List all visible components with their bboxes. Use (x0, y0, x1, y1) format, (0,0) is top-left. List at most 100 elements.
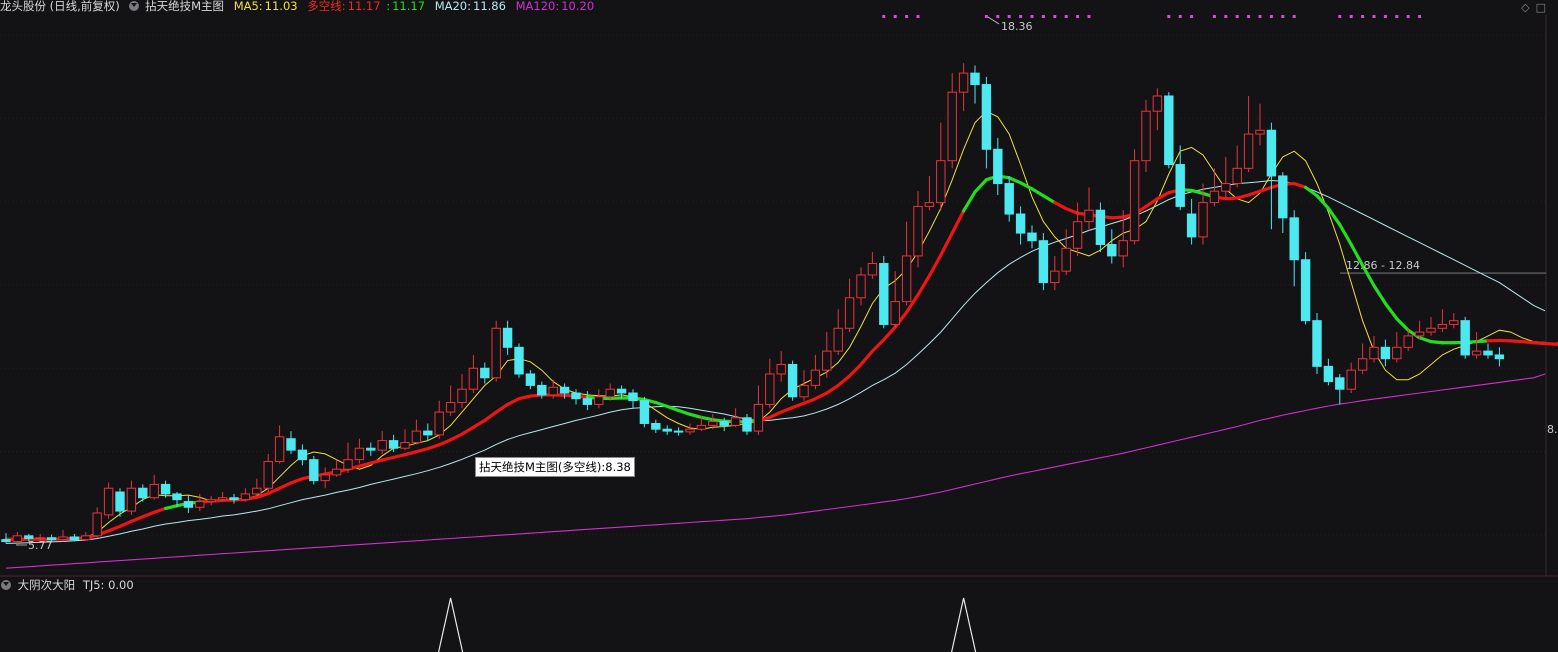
candle (1152, 88, 1163, 131)
candle (1278, 172, 1288, 234)
candle-body (901, 255, 912, 303)
series-line-dkx-segment (1429, 340, 1445, 345)
series-line-dkx-segment (1383, 301, 1399, 321)
candle-body (1027, 232, 1037, 242)
candle (468, 354, 479, 394)
ma20-value: 11.86 (473, 0, 506, 13)
series-line-dkx-segment (859, 349, 875, 367)
candle (833, 309, 843, 355)
series-line-dkx-segment (1531, 341, 1547, 346)
candle-body (1175, 164, 1185, 207)
signal-marker (1064, 15, 1068, 18)
series-line-dkx-segment (506, 397, 521, 407)
candle (1095, 202, 1106, 253)
sub-signal-spike (951, 597, 977, 652)
candle (1129, 149, 1140, 245)
candle-body (1118, 240, 1128, 257)
candle-body (115, 491, 125, 512)
candle (947, 73, 957, 169)
candle (400, 429, 410, 451)
candle (1300, 252, 1311, 325)
candle-body (582, 398, 593, 405)
candle-body (1072, 221, 1083, 249)
candle-body (1335, 377, 1345, 390)
candle-body (559, 386, 570, 394)
candle (765, 358, 775, 409)
candle-body (1209, 190, 1220, 204)
candle (58, 530, 68, 542)
candle (445, 385, 456, 416)
series-line-dkx-segment (289, 477, 304, 485)
candle (1312, 313, 1322, 374)
signal-marker (1235, 15, 1239, 18)
candle-body (719, 421, 729, 426)
candle-body (411, 430, 422, 444)
window-controls: ◇□ (1521, 1, 1552, 14)
candle (480, 362, 490, 384)
candle (263, 453, 273, 493)
candle-body (206, 499, 216, 503)
annotations: 18.36 5.77 12.86 - 12.84 (16, 16, 1420, 552)
candle (776, 351, 786, 382)
collapse-circle-icon[interactable] (1, 580, 11, 590)
series-line-dkx-segment (927, 253, 943, 278)
candle (1107, 229, 1117, 264)
series-line-dkx-segment (494, 402, 510, 414)
candle-body (480, 367, 490, 379)
candle-body (1, 539, 11, 543)
candle-body (867, 263, 878, 276)
signal-marker (1361, 15, 1365, 18)
series-line-dkx-segment (278, 481, 293, 490)
ma120-label: MA120: (515, 0, 560, 13)
signal-marker (916, 15, 920, 18)
series-line-dkx-segment (437, 438, 453, 447)
candle (993, 137, 1003, 195)
candle-body (822, 350, 832, 371)
candle (742, 413, 752, 435)
ma5-label: MA5: (233, 0, 263, 13)
candle (457, 373, 467, 409)
diamond-icon[interactable]: ◇ (1521, 1, 1535, 14)
candle-body (1369, 346, 1379, 360)
candle (787, 360, 798, 401)
series-line-dkx-segment (106, 524, 122, 533)
candle (366, 442, 376, 456)
candle-body (1129, 160, 1140, 242)
candle (879, 255, 889, 329)
candle (1323, 358, 1334, 386)
sub-indicator-header: 大阴次大阳 TJ5: 0.00 (0, 579, 134, 592)
signal-marker (1041, 15, 1045, 18)
series-line-dkx-segment (676, 408, 692, 416)
signal-marker (996, 15, 1000, 18)
window-icon[interactable]: □ (1536, 1, 1552, 14)
candle-body (651, 422, 661, 430)
ma20-label: MA20: (434, 0, 471, 13)
series-line-dkx-segment (129, 515, 145, 523)
tj5-value: 0.00 (108, 578, 134, 592)
candle (810, 354, 821, 390)
ma5-value: 11.03 (264, 0, 298, 13)
candle (1243, 95, 1254, 173)
candle (1004, 175, 1014, 222)
candle-body (1449, 320, 1459, 325)
series-line-dkx-segment (790, 401, 806, 410)
series-line-dkx-segment (1292, 181, 1308, 189)
series-line-dkx-segment (1543, 341, 1558, 346)
candle-body (594, 396, 604, 405)
candle-body (400, 442, 410, 449)
candle (1494, 347, 1505, 367)
candle-body (229, 497, 239, 501)
candle-body (160, 483, 171, 495)
candlestick-chart[interactable]: 18.36 5.77 12.86 - 12.84 (0, 0, 1558, 652)
candle (126, 480, 137, 515)
dkx-value-2: 11.17 (392, 0, 426, 13)
candle (377, 431, 387, 454)
collapse-circle-icon[interactable] (129, 1, 140, 11)
candle (844, 278, 855, 333)
candle-body (616, 388, 627, 394)
series-line-dkx-segment (1395, 317, 1410, 332)
candle (1380, 339, 1391, 367)
candle (297, 444, 308, 466)
signal-marker (1395, 15, 1399, 18)
candle (81, 532, 91, 541)
